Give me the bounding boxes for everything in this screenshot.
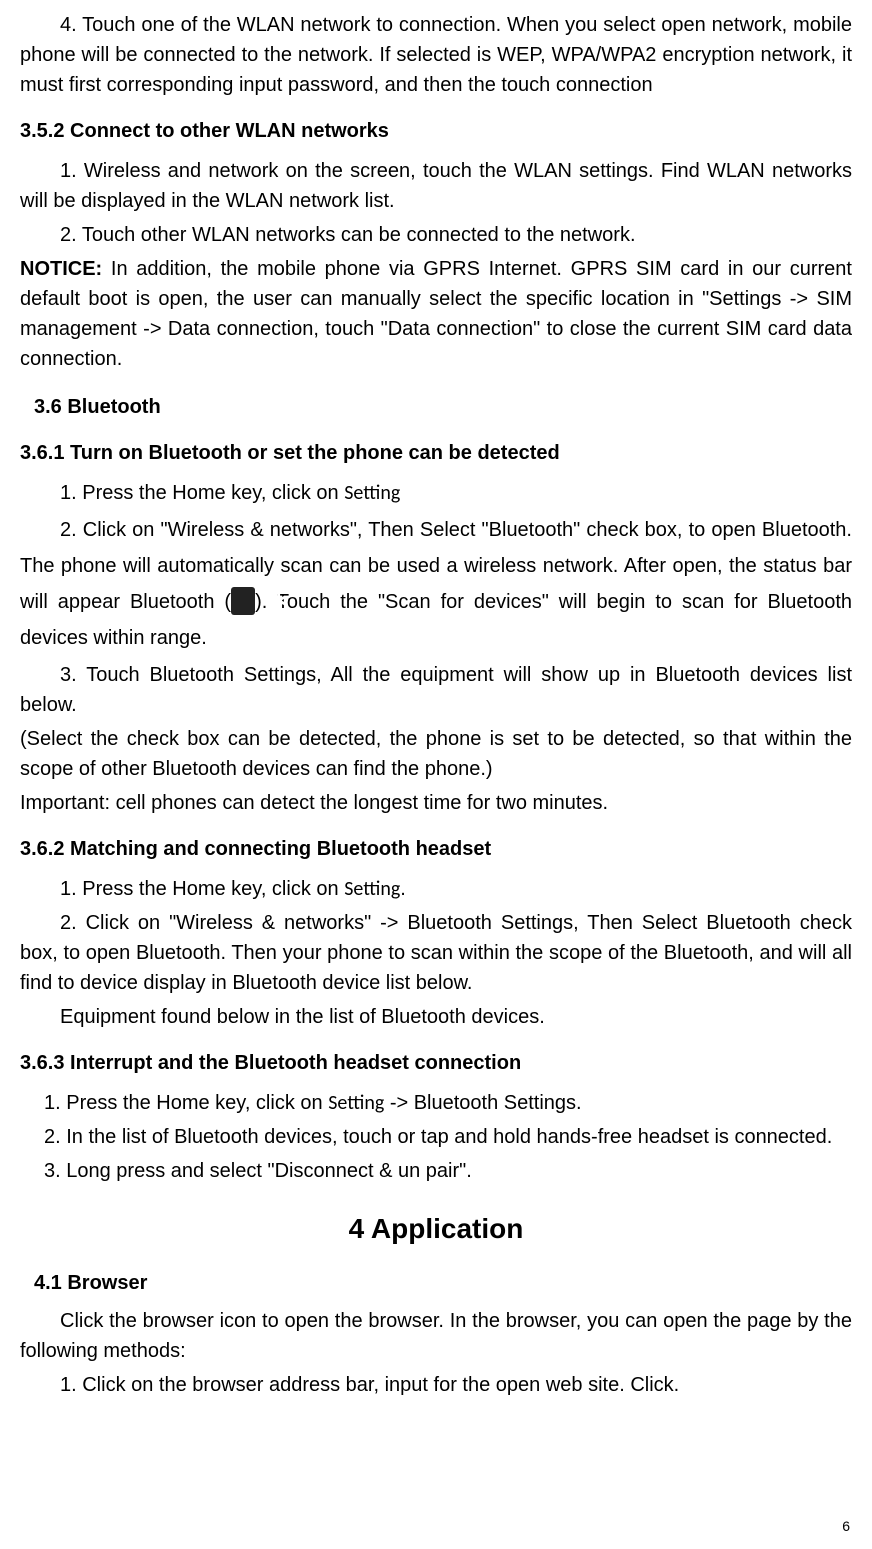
bluetooth-icon: ✱ <box>231 587 255 615</box>
heading-3-6-1: 3.6.1 Turn on Bluetooth or set the phone… <box>20 438 852 468</box>
heading-3-6-3: 3.6.3 Interrupt and the Bluetooth headse… <box>20 1048 852 1078</box>
paragraph-363-step1: 1. Press the Home key, click on Setting … <box>20 1088 852 1118</box>
heading-3-6-2: 3.6.2 Matching and connecting Bluetooth … <box>20 834 852 864</box>
setting-label-2: Setting <box>344 877 400 901</box>
paragraph-362-step2: 2. Click on "Wireless & networks" -> Blu… <box>20 908 852 998</box>
page-number: 6 <box>842 1516 850 1537</box>
paragraph-361-detect-note: (Select the check box can be detected, t… <box>20 724 852 784</box>
paragraph-wlan-step4: 4. Touch one of the WLAN network to conn… <box>20 10 852 100</box>
paragraph-352-step1: 1. Wireless and network on the screen, t… <box>20 156 852 216</box>
notice-paragraph: NOTICE: In addition, the mobile phone vi… <box>20 254 852 374</box>
paragraph-363-step1b: -> Bluetooth Settings. <box>384 1092 581 1114</box>
setting-label-3: Setting <box>328 1091 384 1115</box>
notice-label: NOTICE: <box>20 258 102 280</box>
heading-4-application: 4 Application <box>20 1208 852 1250</box>
paragraph-363-step1a: 1. Press the Home key, click on <box>44 1092 328 1114</box>
paragraph-361-step2: 2. Click on "Wireless & networks", Then … <box>20 512 852 656</box>
paragraph-362-step1: 1. Press the Home key, click on Setting. <box>20 874 852 904</box>
paragraph-362-equipment: Equipment found below in the list of Blu… <box>20 1002 852 1032</box>
document-page: 4. Touch one of the WLAN network to conn… <box>0 0 872 1549</box>
heading-3-6: 3.6 Bluetooth <box>34 392 852 422</box>
paragraph-363-step2: 2. In the list of Bluetooth devices, tou… <box>20 1122 852 1152</box>
heading-3-5-2: 3.5.2 Connect to other WLAN networks <box>20 116 852 146</box>
paragraph-362-step1b: . <box>400 878 406 900</box>
paragraph-41-step1: 1. Click on the browser address bar, inp… <box>20 1370 852 1400</box>
paragraph-362-step1a: 1. Press the Home key, click on <box>60 878 344 900</box>
paragraph-41-intro: Click the browser icon to open the brows… <box>20 1306 852 1366</box>
paragraph-352-step2: 2. Touch other WLAN networks can be conn… <box>20 220 852 250</box>
paragraph-361-important: Important: cell phones can detect the lo… <box>20 788 852 818</box>
heading-4-1: 4.1 Browser <box>34 1268 852 1298</box>
paragraph-361-step3: 3. Touch Bluetooth Settings, All the equ… <box>20 660 852 720</box>
paragraph-361-step1: 1. Press the Home key, click on Setting <box>20 478 852 508</box>
paragraph-363-step3: 3. Long press and select "Disconnect & u… <box>20 1156 852 1186</box>
paragraph-361-step1-text: 1. Press the Home key, click on <box>60 482 344 504</box>
notice-text: In addition, the mobile phone via GPRS I… <box>20 258 852 370</box>
setting-label: Setting <box>344 481 400 505</box>
